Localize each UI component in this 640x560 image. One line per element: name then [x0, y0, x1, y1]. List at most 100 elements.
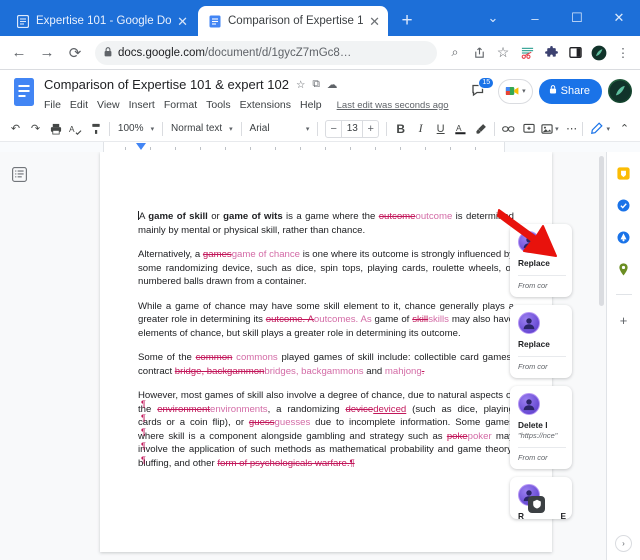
add-comment-button[interactable]	[519, 119, 538, 139]
bold-button[interactable]: B	[391, 119, 410, 139]
font-size-value[interactable]: 13	[341, 120, 364, 137]
comment-history-icon[interactable]: 15	[466, 77, 495, 104]
paragraph-style-selector[interactable]: Normal text ▾	[167, 119, 237, 139]
italic-button[interactable]: I	[411, 119, 430, 139]
menu-item-help[interactable]: Help	[300, 99, 322, 111]
paint-format-button[interactable]	[86, 119, 105, 139]
document-meta: Comparison of Expertise 101 & expert 102…	[44, 75, 466, 114]
paragraph-1[interactable]: A game of skill or game of wits is a gam…	[138, 210, 514, 237]
highlight-color-button[interactable]	[471, 119, 490, 139]
page-title[interactable]: Comparison of Expertise 101 & expert 102	[44, 77, 289, 92]
side-panel-icon[interactable]	[564, 42, 586, 64]
left-indent-marker[interactable]	[136, 143, 146, 150]
font-size-decrease[interactable]: −	[326, 123, 341, 135]
editing-mode-button[interactable]: ▾	[586, 119, 614, 139]
browser-tab-2-close-icon[interactable]: ✕	[369, 15, 380, 28]
undo-button[interactable]: ↶	[6, 119, 25, 139]
browser-tab-1-close-icon[interactable]: ✕	[177, 15, 188, 28]
browser-tabstrip: Expertise 101 - Google Docs ✕ Comparison…	[0, 0, 640, 36]
back-button[interactable]: ←	[6, 40, 32, 66]
collapse-toolbar-button[interactable]: ⌃	[615, 119, 634, 139]
minimize-button[interactable]: –	[514, 0, 556, 36]
print-button[interactable]	[46, 119, 65, 139]
share-button[interactable]: Share	[538, 78, 602, 104]
document-canvas[interactable]: A game of skill or game of wits is a gam…	[38, 152, 606, 560]
last-edit-status[interactable]: Last edit was seconds ago	[337, 100, 449, 111]
underline-button[interactable]: U	[431, 119, 450, 139]
profile-avatar-icon[interactable]	[588, 42, 610, 64]
menu-item-extensions[interactable]: Extensions	[240, 99, 291, 111]
cloud-saved-icon[interactable]: ☁	[327, 79, 338, 91]
paragraph-3[interactable]: While a game of chance may have some ski…	[138, 300, 514, 341]
menu-item-file[interactable]: File	[44, 99, 61, 111]
new-tab-button[interactable]: +	[394, 8, 420, 34]
avatar[interactable]	[608, 79, 632, 103]
font-selector[interactable]: Arial ▾	[246, 119, 314, 139]
browser-tab-1-title: Expertise 101 - Google Docs	[36, 15, 172, 27]
expand-panel-button[interactable]: ›	[615, 535, 632, 552]
document-page[interactable]: A game of skill or game of wits is a gam…	[100, 152, 552, 552]
chevron-down-icon[interactable]: ▾	[522, 87, 526, 95]
toolbar-divider	[162, 121, 164, 136]
outline-toggle-icon[interactable]	[9, 164, 29, 184]
spelling-check-button[interactable]: A	[66, 119, 85, 139]
bookmark-star-icon[interactable]: ☆	[492, 42, 514, 64]
suggestion-title: R	[518, 510, 524, 519]
pilcrow-mark: ¶	[141, 441, 146, 451]
toolbar-divider	[581, 121, 583, 136]
google-docs-logo[interactable]	[12, 77, 38, 111]
address-bar[interactable]: docs.google.com/document/d/1gycZ7mGc8…	[95, 40, 437, 65]
suggestion-insertion: deviced	[373, 403, 407, 415]
google-keep-icon[interactable]	[615, 164, 633, 182]
redo-button[interactable]: ↷	[26, 119, 45, 139]
comment-badge-icon[interactable]	[528, 495, 545, 513]
menu-item-edit[interactable]: Edit	[70, 99, 88, 111]
browser-tab-1[interactable]: Expertise 101 - Google Docs ✕	[6, 6, 196, 36]
font-size-increase[interactable]: +	[363, 123, 378, 135]
menu-item-insert[interactable]: Insert	[129, 99, 155, 111]
menu-item-format[interactable]: Format	[164, 99, 197, 111]
move-to-folder-icon[interactable]: ⧉	[312, 78, 320, 91]
insert-image-button[interactable]: ▾	[539, 119, 561, 139]
google-calendar-icon[interactable]	[615, 228, 633, 246]
document-body[interactable]: A game of skill or game of wits is a gam…	[100, 152, 552, 470]
add-app-icon[interactable]: +	[615, 311, 633, 329]
insert-link-button[interactable]	[499, 119, 518, 139]
browser-tab-2[interactable]: Comparison of Expertise 10 ✕	[198, 6, 388, 36]
menu-item-view[interactable]: View	[97, 99, 120, 111]
maximize-button[interactable]: ☐	[556, 0, 598, 36]
paragraph-4[interactable]: Some of the common commons played games …	[138, 351, 514, 378]
suggestion-card[interactable]: R E	[510, 476, 572, 519]
chrome-menu-icon[interactable]: ⋮	[612, 42, 634, 64]
ruler-tick	[450, 147, 451, 150]
star-icon[interactable]: ☆	[296, 79, 305, 91]
text-run-bold: game of skill	[148, 211, 208, 222]
google-meet-button[interactable]: ▾	[498, 78, 533, 104]
suggestion-card[interactable]: Delete l "https://nce" From cor	[510, 386, 572, 469]
grammarly-extension-icon[interactable]	[516, 42, 538, 64]
forward-button[interactable]: →	[34, 40, 60, 66]
more-options-button[interactable]: ⋯	[562, 119, 581, 139]
google-maps-icon[interactable]	[615, 260, 633, 278]
paragraph-2[interactable]: Alternatively, a gamesgame of chance is …	[138, 248, 514, 289]
suggestion-insertion: environments	[210, 403, 268, 415]
suggestion-card[interactable]: Replace From cor	[510, 305, 572, 378]
document-scrollbar[interactable]	[599, 156, 604, 306]
suggestion-card[interactable]: Replace From cor	[510, 224, 572, 297]
menu-item-tools[interactable]: Tools	[206, 99, 231, 111]
text-color-button[interactable]: A	[451, 119, 470, 139]
zoom-search-icon[interactable]: ⌕	[444, 42, 466, 64]
ruler-tick	[150, 147, 151, 150]
suggestion-deletion: outcome. A	[265, 314, 314, 325]
font-size-stepper[interactable]: − 13 +	[325, 119, 380, 138]
tab-search-button[interactable]: ⌄	[472, 0, 514, 36]
google-tasks-icon[interactable]	[615, 196, 633, 214]
paragraph-5[interactable]: However, most games of skill also involv…	[138, 389, 514, 470]
extensions-puzzle-icon[interactable]	[540, 42, 562, 64]
close-window-button[interactable]: ✕	[598, 0, 640, 36]
reload-button[interactable]: ⟳	[62, 40, 88, 66]
suggestion-source: From cor	[518, 275, 566, 297]
share-page-icon[interactable]	[468, 42, 490, 64]
docs-menubar: File Edit View Insert Format Tools Exten…	[44, 96, 466, 114]
zoom-selector[interactable]: 100% ▾	[114, 119, 158, 139]
